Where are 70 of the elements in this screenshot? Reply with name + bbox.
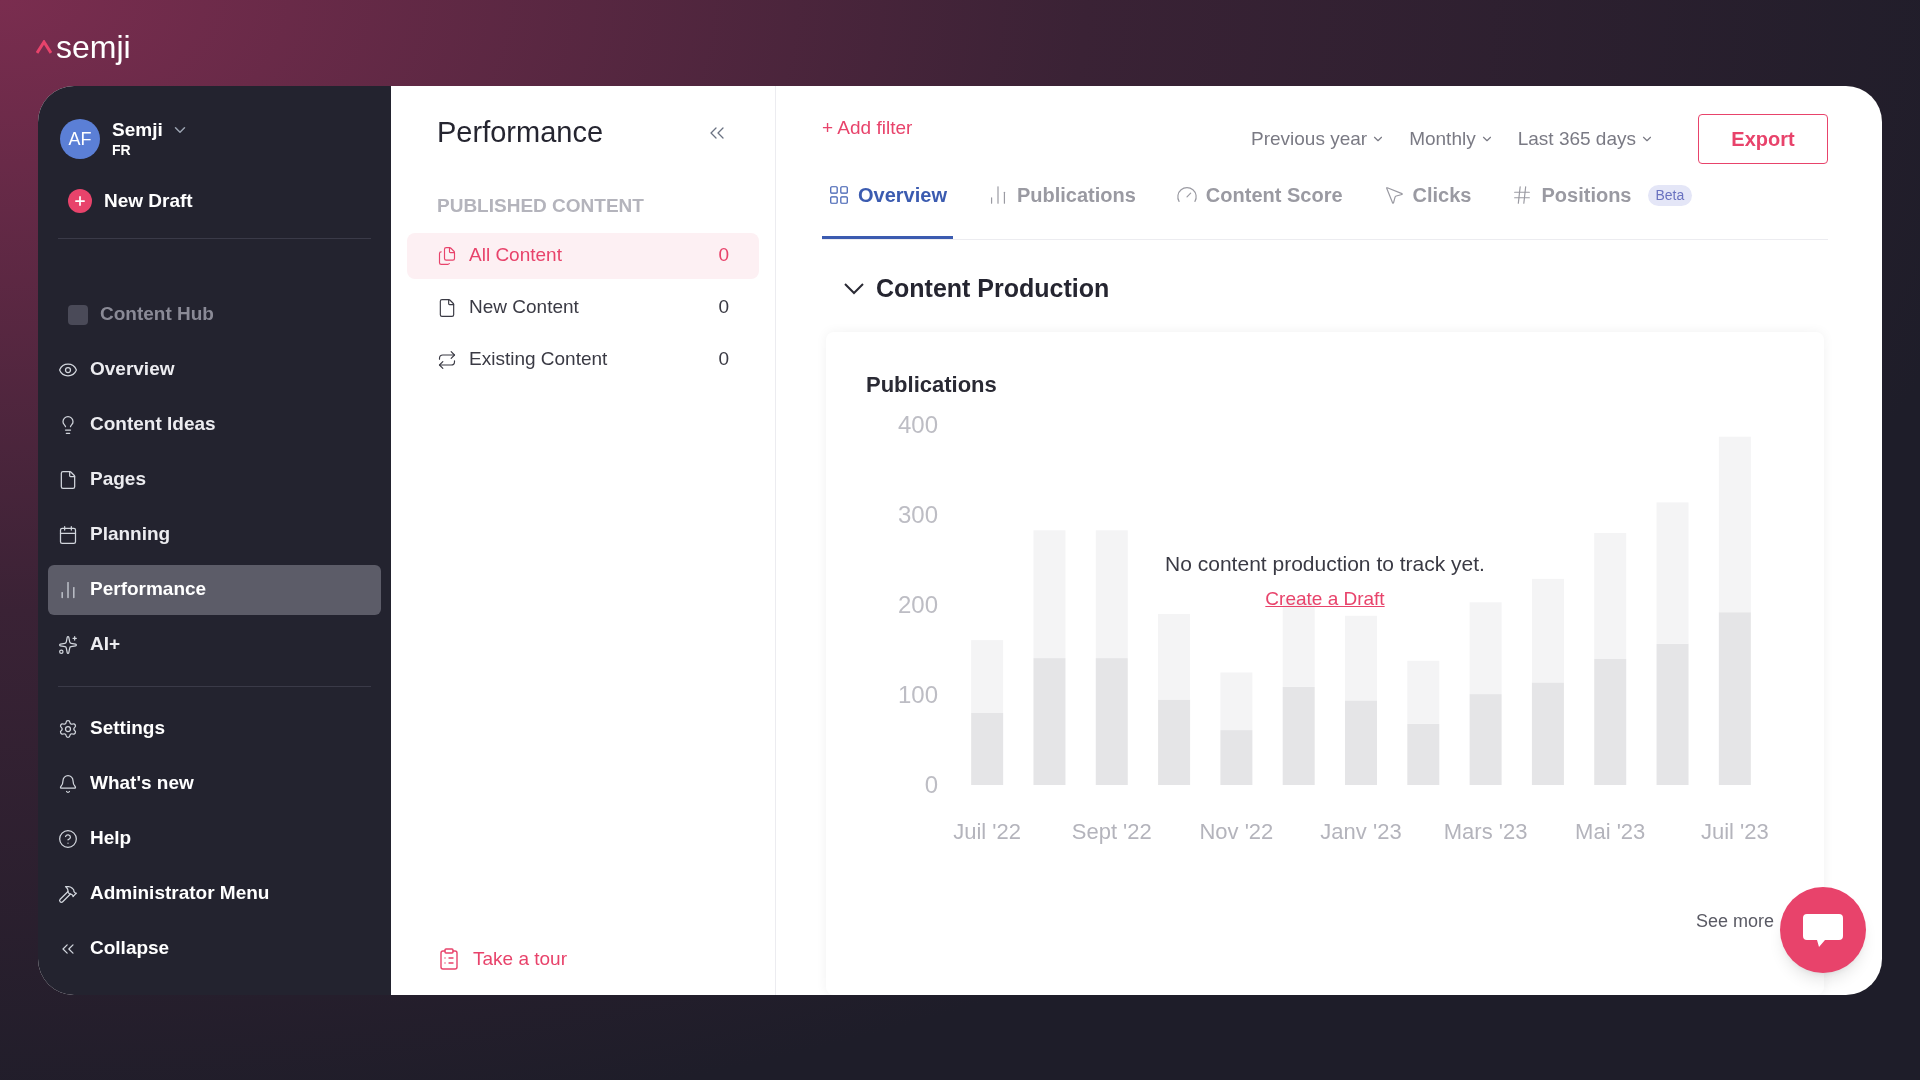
tab[interactable]: Overview [822, 180, 953, 239]
tour-button[interactable]: Take a tour [407, 944, 759, 973]
sparkles-icon [58, 634, 78, 655]
axis-label: 300 [897, 500, 938, 528]
bell-icon [58, 773, 78, 794]
files-icon [437, 245, 457, 266]
create-draft-link[interactable]: Create a Draft [1265, 585, 1385, 614]
period-dropdown[interactable]: Last 365 days [1517, 124, 1654, 154]
add-filter-button[interactable]: + Add filter [822, 114, 913, 143]
sidebar-item[interactable]: What's new [48, 756, 381, 811]
empty-message: No content production to track yet. [1165, 550, 1485, 577]
avatar[interactable]: AF [60, 119, 100, 159]
count: 0 [718, 243, 729, 268]
axis-label: 200 [897, 590, 938, 618]
bar [1220, 672, 1253, 730]
period-dropdown[interactable]: Previous year [1251, 124, 1386, 154]
clipboard-icon [437, 946, 461, 971]
sidebar-item[interactable]: Content Ideas [48, 399, 381, 450]
section-heading: PUBLISHED CONTENT [436, 194, 645, 218]
logo-icon [36, 40, 52, 54]
see-more-link[interactable]: See more [1695, 908, 1774, 935]
beta-badge: Beta [1647, 184, 1693, 206]
sidebar-item[interactable]: Planning [48, 509, 381, 560]
bar [1407, 723, 1440, 785]
axis-label: 0 [924, 770, 938, 798]
count: 0 [718, 347, 729, 372]
content-filter-item[interactable]: Existing Content 0 [407, 336, 759, 383]
axis-label: Juil '23 [1700, 817, 1769, 846]
bar [1220, 729, 1253, 785]
file-icon [437, 297, 457, 318]
axis-label: Mai '23 [1575, 817, 1646, 846]
card-title: Publications [866, 370, 998, 399]
sidebar-item[interactable]: Administrator Menu [48, 866, 381, 921]
account-locale: FR [112, 142, 132, 160]
new-draft-button[interactable]: New Draft [48, 176, 381, 226]
content-filter-item[interactable]: New Content 0 [407, 284, 759, 331]
content-filter-item[interactable]: All Content 0 [407, 232, 759, 279]
grid-icon [828, 184, 850, 206]
calendar-icon [58, 524, 78, 545]
sidebar-item[interactable]: Overview [48, 344, 381, 395]
panel-title: Performance [437, 115, 603, 151]
sidebar-item[interactable]: Performance [48, 564, 381, 615]
file-icon [58, 469, 78, 490]
plus-icon [68, 189, 92, 213]
account-name[interactable]: Semji [112, 118, 163, 143]
sidebar-item[interactable]: Help [48, 811, 381, 866]
chevron-down-icon [844, 282, 864, 295]
count: 0 [718, 295, 729, 320]
brand-name: semji [56, 31, 131, 63]
section-heading: Content Hub [100, 302, 214, 327]
axis-label: 400 [897, 410, 938, 438]
section-toggle[interactable]: Content Production [844, 270, 1828, 308]
sidebar-item[interactable]: Pages [48, 454, 381, 505]
hammer-icon [58, 883, 78, 904]
sidebar-item[interactable]: AI+ [48, 619, 381, 670]
sidebar-item[interactable]: Collapse [48, 921, 381, 976]
axis-label: 100 [897, 680, 938, 708]
settings-icon [58, 718, 78, 739]
axis-label: Juil '22 [953, 817, 1022, 846]
sidebar-item[interactable]: Settings [48, 701, 381, 756]
repeat-icon [437, 349, 457, 370]
axis-label: Sept '22 [1071, 817, 1152, 846]
help-icon [58, 828, 78, 849]
axis-label: Nov '22 [1199, 817, 1274, 846]
bar [1407, 660, 1440, 724]
axis-label: Mars '23 [1443, 817, 1528, 846]
tab[interactable]: Positions Beta [1505, 180, 1699, 239]
axis-label: Janv '23 [1320, 817, 1402, 846]
export-button[interactable]: Export [1698, 114, 1828, 164]
period-dropdown[interactable]: Monthly [1409, 124, 1494, 154]
